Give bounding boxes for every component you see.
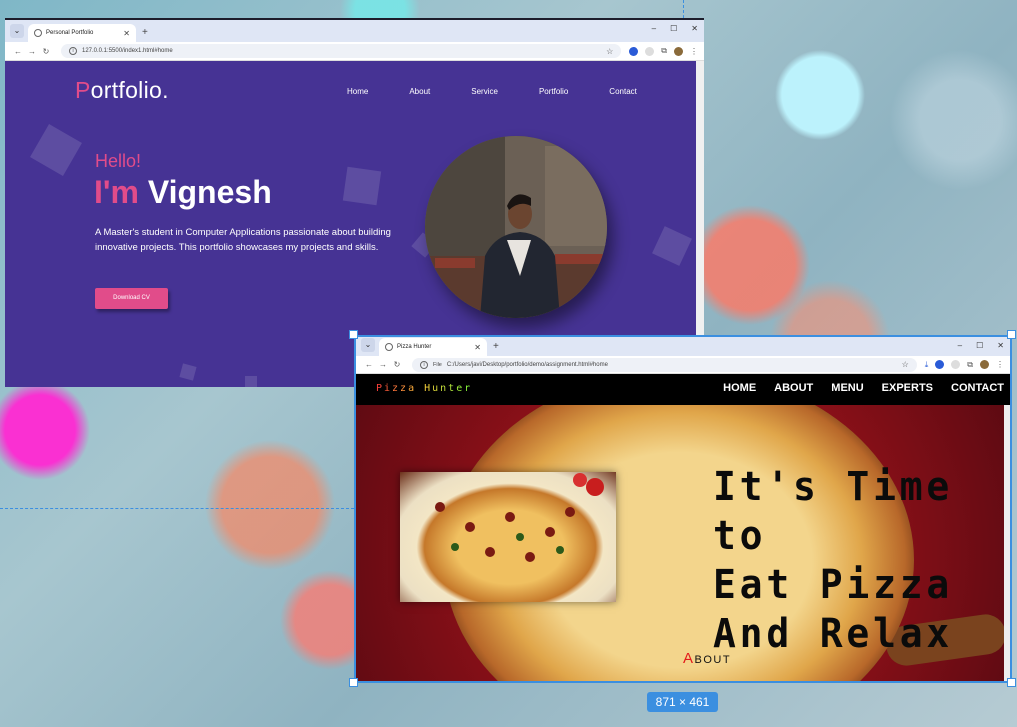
download-cv-button[interactable]: Download CV [95, 288, 168, 309]
file-scheme-label: File [433, 361, 442, 368]
site-info-icon[interactable]: i [69, 47, 77, 55]
about-section-link[interactable]: ABOUT [683, 650, 731, 667]
address-bar[interactable]: i 127.0.0.1:5500/index1.html#home ☆ [61, 44, 622, 58]
tab-portfolio[interactable]: o Personal Portfolio ✕ [28, 24, 136, 42]
forward-icon[interactable]: → [25, 47, 39, 56]
hero-headline: It's Time to Eat Pizza And Relax [713, 464, 954, 657]
back-icon[interactable]: ← [362, 360, 376, 369]
close-tab-icon[interactable]: ✕ [474, 343, 481, 352]
reload-icon[interactable]: ↻ [390, 360, 404, 369]
scrollbar[interactable] [1004, 405, 1010, 681]
minimize-icon[interactable]: – [652, 24, 656, 33]
extensions-puzzle-icon[interactable]: ⧉ [967, 360, 973, 370]
portfolio-logo[interactable]: Portfolio. [75, 77, 169, 104]
extension-icon[interactable] [951, 360, 961, 369]
nav-portfolio[interactable]: Portfolio [539, 87, 568, 96]
decorative-square [342, 166, 382, 206]
resize-handle[interactable] [1007, 330, 1016, 339]
back-icon[interactable]: ← [11, 47, 25, 56]
nav-contact[interactable]: CONTACT [951, 382, 1004, 394]
close-window-icon[interactable]: ✕ [997, 341, 1004, 350]
window-controls: – ☐ ✕ [652, 24, 698, 33]
new-tab-icon[interactable]: + [142, 27, 148, 38]
download-icon[interactable]: ⤓ [925, 360, 929, 370]
bookmark-star-icon[interactable]: ☆ [606, 47, 613, 56]
url-text: C:/Users/javi/Desktop/portfolio/demo/ass… [446, 361, 608, 368]
maximize-icon[interactable]: ☐ [670, 24, 677, 33]
nav-contact[interactable]: Contact [609, 87, 637, 96]
decorative-square [179, 363, 197, 381]
extension-icon[interactable] [629, 46, 639, 56]
tab-bar: ⌄ o Personal Portfolio ✕ + – ☐ ✕ [5, 20, 704, 42]
hero-description: A Master's student in Computer Applicati… [95, 227, 391, 253]
nav-home[interactable]: HOME [723, 382, 756, 394]
resize-handle[interactable] [349, 330, 358, 339]
pizza-header: Pizza Hunter HOME ABOUT MENU EXPERTS CON… [356, 374, 1010, 405]
globe-icon: o [34, 29, 42, 37]
tab-search-icon[interactable]: ⌄ [361, 338, 375, 352]
selection-size-badge: 871 × 461 [647, 692, 718, 712]
profile-avatar-icon[interactable] [980, 360, 989, 369]
nav-experts[interactable]: EXPERTS [882, 382, 933, 394]
pizza-hero: It's Time to Eat Pizza And Relax ABOUT [356, 405, 1008, 681]
tab-pizza-hunter[interactable]: o Pizza Hunter ✕ [379, 338, 487, 356]
reload-icon[interactable]: ↻ [39, 47, 53, 56]
resize-handle[interactable] [349, 678, 358, 687]
address-bar[interactable]: i File C:/Users/javi/Desktop/portfolio/d… [412, 357, 917, 372]
new-tab-icon[interactable]: + [493, 341, 499, 352]
pizza-browser-window: ⌄ o Pizza Hunter ✕ + – ☐ ✕ ← → ↻ i File … [354, 335, 1012, 683]
hello-text: Hello! [95, 151, 142, 171]
pizza-thumbnail-image [400, 472, 616, 602]
portfolio-nav: Home About Service Portfolio Contact [347, 87, 678, 96]
tab-title: Personal Portfolio [46, 30, 94, 36]
nav-about[interactable]: About [409, 87, 430, 96]
menu-kebab-icon[interactable]: ⋮ [996, 360, 1004, 369]
close-tab-icon[interactable]: ✕ [123, 29, 130, 38]
guide-line-horizontal [0, 508, 354, 509]
extension-icon[interactable] [935, 360, 945, 369]
extensions-area: ⤓ ⧉ ⋮ [925, 360, 1004, 370]
url-text: 127.0.0.1:5500/index1.html#home [82, 48, 173, 54]
maximize-icon[interactable]: ☐ [976, 341, 983, 350]
decorative-square [30, 124, 82, 176]
hero-name: I'm Vignesh [94, 174, 272, 210]
address-toolbar: ← → ↻ i File C:/Users/javi/Desktop/portf… [356, 356, 1010, 374]
extensions-area: ⧉ ⋮ [629, 46, 698, 56]
bookmark-star-icon[interactable]: ☆ [902, 360, 909, 369]
decorative-square [652, 226, 692, 266]
pizza-logo[interactable]: Pizza Hunter [376, 383, 472, 394]
nav-home[interactable]: Home [347, 87, 368, 96]
extension-icon[interactable] [645, 46, 655, 56]
resize-handle[interactable] [1007, 678, 1016, 687]
tab-bar: ⌄ o Pizza Hunter ✕ + – ☐ ✕ [356, 337, 1010, 356]
profile-photo [425, 136, 607, 318]
nav-service[interactable]: Service [471, 87, 498, 96]
nav-menu[interactable]: MENU [831, 382, 863, 394]
address-toolbar: ← → ↻ i 127.0.0.1:5500/index1.html#home … [5, 42, 704, 61]
pizza-nav: HOME ABOUT MENU EXPERTS CONTACT [723, 382, 1004, 394]
menu-kebab-icon[interactable]: ⋮ [690, 47, 698, 56]
nav-about[interactable]: ABOUT [774, 382, 813, 394]
globe-icon: o [385, 343, 393, 351]
profile-avatar-icon[interactable] [674, 46, 683, 56]
tab-title: Pizza Hunter [397, 344, 432, 350]
minimize-icon[interactable]: – [958, 341, 962, 350]
forward-icon[interactable]: → [376, 360, 390, 369]
window-controls: – ☐ ✕ [958, 341, 1004, 350]
site-info-icon[interactable]: i [420, 360, 428, 369]
close-window-icon[interactable]: ✕ [691, 24, 698, 33]
tab-search-icon[interactable]: ⌄ [10, 24, 24, 38]
extensions-puzzle-icon[interactable]: ⧉ [661, 46, 667, 56]
decorative-square [245, 376, 257, 387]
